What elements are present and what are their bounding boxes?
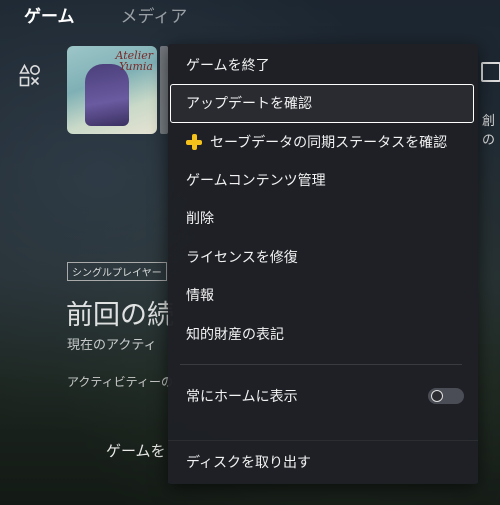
menu-item-ip-notices[interactable]: 知的財産の表記 (168, 315, 478, 353)
menu-item-check-update[interactable]: アップデートを確認 (168, 84, 478, 123)
menu-divider (180, 364, 462, 365)
tab-media[interactable]: メディア (121, 2, 188, 27)
menu-item-delete[interactable]: 削除 (168, 199, 478, 237)
activity-label: アクティビティーの (67, 375, 173, 389)
always-show-home-toggle[interactable] (428, 388, 464, 404)
game-tile[interactable]: Atelier Yumia (67, 46, 157, 134)
game-logo: Atelier Yumia (115, 49, 154, 73)
menu-item-label: 情報 (186, 288, 214, 304)
menu-item-eject-disc[interactable]: ディスクを取り出す (168, 440, 478, 483)
menu-item-label: ライセンスを修復 (186, 250, 298, 266)
top-nav: ゲーム メディア (24, 0, 187, 28)
tab-games[interactable]: ゲーム (24, 2, 75, 27)
toggle-knob (431, 390, 443, 402)
hero-subtitle: 現在のアクティ (67, 338, 157, 353)
menu-item-label: 削除 (186, 211, 214, 227)
hero-title: 前回の続 (66, 300, 174, 331)
menu-item-label: アップデートを確認 (186, 96, 312, 112)
menu-item-label: ゲームコンテンツ管理 (186, 173, 326, 189)
game-art (85, 64, 129, 126)
menu-item-close-game[interactable]: ゲームを終了 (168, 46, 478, 84)
context-menu: ゲームを終了 アップデートを確認 セーブデータの同期ステータスを確認 ゲームコン… (168, 44, 478, 484)
category-badge: シングルプレイヤー (67, 262, 167, 281)
menu-item-info[interactable]: 情報 (168, 276, 478, 314)
menu-item-label: 知的財産の表記 (186, 327, 284, 343)
next-tile-edge[interactable] (160, 46, 168, 134)
menu-item-label: ゲームを終了 (186, 58, 270, 74)
menu-item-manage-content[interactable]: ゲームコンテンツ管理 (168, 161, 478, 199)
ps-plus-icon (186, 134, 202, 150)
menu-item-repair-license[interactable]: ライセンスを修復 (168, 238, 478, 276)
menu-item-label: ディスクを取り出す (186, 455, 312, 471)
playstation-icon[interactable] (16, 62, 44, 90)
start-game-label[interactable]: ゲームを (106, 440, 166, 461)
menu-item-save-sync-status[interactable]: セーブデータの同期ステータスを確認 (168, 123, 478, 161)
menu-item-label: セーブデータの同期ステータスを確認 (210, 135, 448, 151)
side-tile-text: 創の (482, 114, 496, 148)
side-tile-icon[interactable] (481, 62, 500, 82)
menu-item-label: 常にホームに表示 (186, 389, 298, 405)
